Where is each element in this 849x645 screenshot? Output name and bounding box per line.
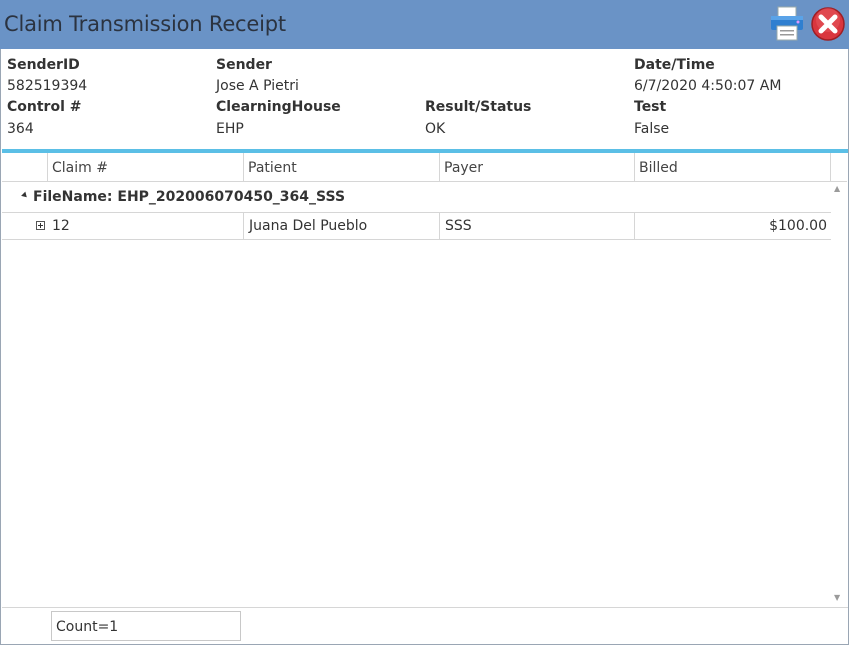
cell-payer: SSS: [439, 213, 634, 239]
print-button[interactable]: [768, 5, 806, 43]
footer-divider: [2, 607, 848, 608]
datetime-value: 6/7/2020 4:50:07 AM: [634, 78, 782, 94]
test-value: False: [634, 121, 670, 137]
control-value: 364: [7, 121, 34, 137]
column-header-patient[interactable]: Patient: [243, 153, 439, 181]
clearinghouse-label: ClearningHouse: [216, 99, 341, 115]
grid-header: Claim # Patient Payer Billed: [2, 153, 847, 182]
test-label: Test: [634, 99, 667, 115]
record-count: Count=1: [51, 611, 241, 641]
result-status-label: Result/Status: [425, 99, 532, 115]
cell-patient: Juana Del Pueblo: [243, 213, 439, 239]
close-icon: [811, 7, 845, 41]
control-label: Control #: [7, 99, 82, 115]
group-filename: FileName: EHP_202006070450_364_SSS: [33, 189, 346, 205]
printer-icon: [771, 6, 803, 41]
result-status-value: OK: [425, 121, 446, 137]
group-row[interactable]: FileName: EHP_202006070450_364_SSS: [2, 182, 831, 213]
collapse-triangle-icon[interactable]: [21, 191, 29, 200]
clearinghouse-value: EHP: [216, 121, 244, 137]
sender-id-value: 582519394: [7, 78, 88, 94]
sender-label: Sender: [216, 57, 272, 73]
cell-billed: $100.00: [634, 213, 831, 239]
cell-claim: 12: [52, 218, 70, 234]
sender-value: Jose A Pietri: [216, 78, 299, 94]
column-header-claim[interactable]: Claim #: [47, 153, 243, 181]
datetime-label: Date/Time: [634, 57, 715, 73]
table-row[interactable]: 12 Juana Del Pueblo SSS $100.00: [2, 213, 831, 240]
window-frame: [0, 0, 849, 645]
scroll-down-arrow-icon[interactable]: ▼: [834, 593, 840, 602]
title-bar: Claim Transmission Receipt: [0, 0, 849, 49]
column-header-billed[interactable]: Billed: [634, 153, 831, 181]
close-button[interactable]: [810, 6, 846, 42]
window-title: Claim Transmission Receipt: [4, 12, 286, 36]
expand-plus-icon[interactable]: [36, 221, 45, 230]
scroll-up-arrow-icon[interactable]: ▲: [834, 184, 840, 193]
sender-id-label: SenderID: [7, 57, 80, 73]
column-header-payer[interactable]: Payer: [439, 153, 634, 181]
